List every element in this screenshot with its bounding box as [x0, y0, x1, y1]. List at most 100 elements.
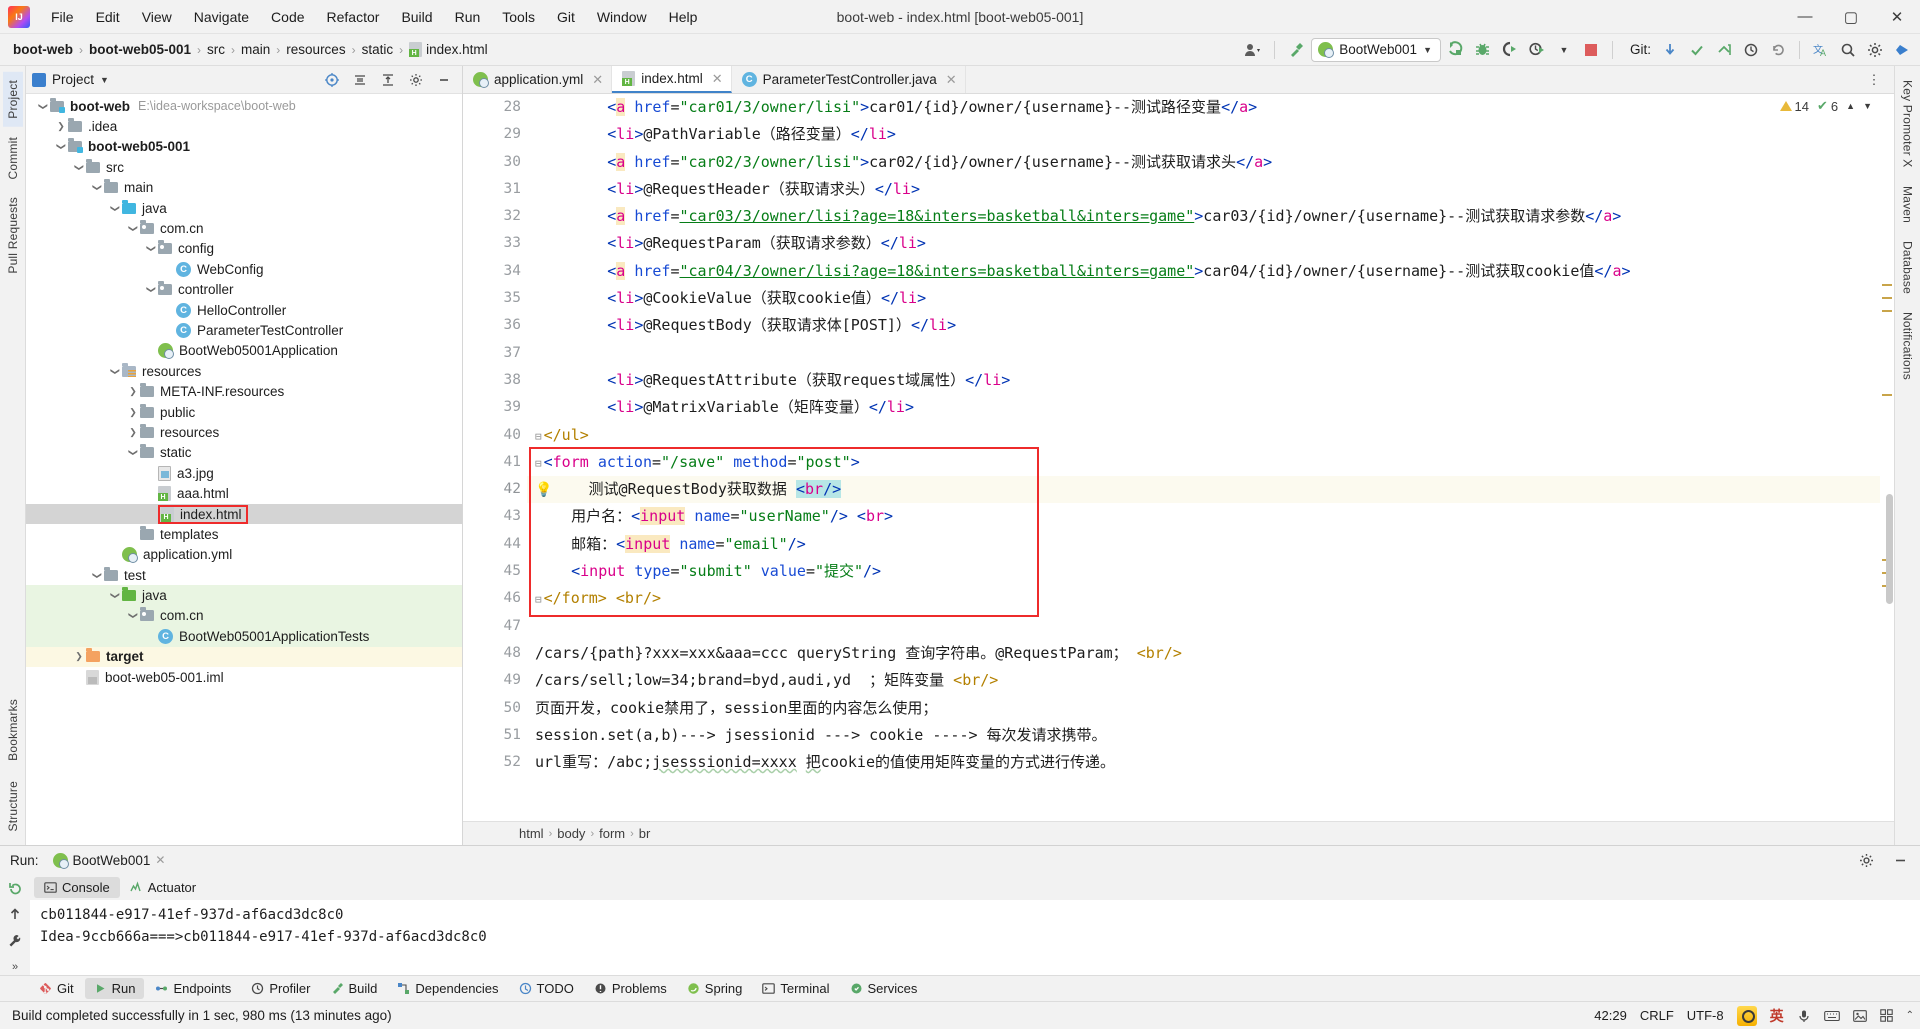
chevron-down-icon[interactable]: ❯: [110, 201, 121, 215]
tab-console[interactable]: Console: [34, 876, 120, 898]
profiler-icon[interactable]: [1525, 38, 1549, 62]
tree-node-idea[interactable]: ❯ .idea: [26, 116, 462, 136]
chevron-down-icon[interactable]: ❯: [128, 222, 139, 236]
tree-node-public[interactable]: ❯ public: [26, 402, 462, 422]
chevron-right-icon[interactable]: ❯: [126, 407, 140, 418]
tab-actuator[interactable]: Actuator: [120, 877, 206, 898]
tree-node-resources[interactable]: ❯ resources: [26, 361, 462, 381]
sidebar-item-maven[interactable]: Maven: [1898, 178, 1918, 231]
fold-collapse-icon[interactable]: ⊟: [535, 593, 542, 606]
tree-node-test[interactable]: ❯ test: [26, 565, 462, 585]
sogou-pinyin-icon[interactable]: [1736, 1005, 1757, 1026]
chevron-right-icon[interactable]: ❯: [72, 651, 86, 662]
close-icon[interactable]: ✕: [946, 72, 957, 88]
console-output[interactable]: cb011844-e917-41ef-937d-af6acd3dc8c0 Ide…: [30, 900, 1920, 975]
chevron-right-icon[interactable]: ❯: [126, 427, 140, 438]
chevron-down-icon[interactable]: ❯: [56, 140, 67, 154]
tree-node-index-html[interactable]: · index.html: [26, 503, 462, 525]
tree-node-resources[interactable]: ❯ resources: [26, 422, 462, 442]
sidebar-item-commit[interactable]: Commit: [3, 129, 23, 188]
menu-bar[interactable]: File Edit View Navigate Code Refactor Bu…: [40, 4, 708, 30]
chevron-down-icon[interactable]: ▼: [1552, 38, 1576, 62]
settings-gear-icon[interactable]: [1863, 38, 1887, 62]
code-line[interactable]: <li>@RequestBody（获取请求体[POST]）</li>: [527, 312, 1880, 339]
chevron-down-icon[interactable]: ❯: [92, 181, 103, 195]
tree-node-webconfig[interactable]: ·C WebConfig: [26, 259, 462, 279]
tab-parameter-test-controller[interactable]: C ParameterTestController.java ✕: [732, 66, 966, 93]
gear-icon[interactable]: [1854, 848, 1878, 872]
menu-refactor[interactable]: Refactor: [316, 4, 391, 30]
chevron-down-icon[interactable]: ❯: [146, 283, 157, 297]
tree-node-hellocontroller[interactable]: ·C HelloController: [26, 300, 462, 320]
breadcrumb-main[interactable]: main: [238, 40, 273, 59]
code-line[interactable]: <a href="car01/3/owner/lisi">car01/{id}/…: [527, 94, 1880, 121]
tree-node-controller[interactable]: ❯ controller: [26, 280, 462, 300]
minimize-icon[interactable]: [1888, 848, 1912, 872]
fold-collapse-icon[interactable]: ⊟: [535, 430, 542, 443]
tool-window-build[interactable]: Build: [322, 978, 387, 999]
run-config-tab[interactable]: BootWeb001 ✕: [49, 851, 170, 870]
tool-window-git[interactable]: Git: [30, 978, 83, 999]
tree-node-boot-web05-001-iml[interactable]: · boot-web05-001.iml: [26, 667, 462, 687]
tool-window-spring[interactable]: Spring: [678, 978, 752, 999]
chevron-down-icon[interactable]: ❯: [38, 99, 49, 113]
rerun-icon[interactable]: [3, 880, 27, 896]
code-line[interactable]: ⊟ </ul>: [527, 422, 1880, 449]
tree-node-a3-jpg[interactable]: · a3.jpg: [26, 463, 462, 483]
keyboard-icon[interactable]: [1823, 1010, 1840, 1022]
tool-window-dependencies[interactable]: Dependencies: [388, 978, 507, 999]
tree-node-com-cn[interactable]: ❯ com.cn: [26, 605, 462, 627]
tool-window-terminal[interactable]: Terminal: [753, 978, 838, 999]
editor-crumb-form[interactable]: form: [599, 826, 625, 841]
code-line[interactable]: <a href="car03/3/owner/lisi?age=18&inter…: [527, 203, 1880, 230]
debug-icon[interactable]: [1471, 38, 1495, 62]
close-icon[interactable]: ✕: [592, 72, 603, 88]
menu-help[interactable]: Help: [658, 4, 709, 30]
highlighted-file-box[interactable]: index.html: [158, 504, 248, 524]
tab-application-yml[interactable]: application.yml ✕: [463, 66, 613, 93]
code-line[interactable]: <li>@MatrixVariable（矩阵变量）</li>: [527, 394, 1880, 421]
chevron-down-icon[interactable]: ❯: [110, 364, 121, 378]
settings-gear-icon[interactable]: [404, 68, 428, 92]
tree-node-java[interactable]: ❯ java: [26, 198, 462, 218]
grid-icon[interactable]: [1879, 1009, 1893, 1022]
tab-index-html[interactable]: index.html ✕: [612, 66, 732, 93]
sidebar-item-notifications[interactable]: Notifications: [1898, 304, 1918, 388]
chevron-down-icon[interactable]: ❯: [74, 160, 85, 174]
code-line[interactable]: <li>@RequestParam（获取请求参数）</li>: [527, 230, 1880, 257]
scroll-up-icon[interactable]: [3, 906, 27, 922]
mic-icon[interactable]: [1797, 1009, 1811, 1023]
line-separator[interactable]: CRLF: [1640, 1008, 1674, 1023]
chevron-down-icon[interactable]: ▼: [1423, 45, 1432, 55]
chevron-down-icon[interactable]: ❯: [128, 609, 139, 623]
editor-code[interactable]: <a href="car01/3/owner/lisi">car01/{id}/…: [527, 94, 1880, 821]
project-tree[interactable]: ❯ boot-web E:\idea-workspace\boot-web ❯ .ide…: [26, 94, 462, 845]
code-line[interactable]: 邮箱：<input name="email"/>: [527, 531, 1880, 558]
code-line[interactable]: [527, 613, 1880, 640]
sidebar-item-pull-requests[interactable]: Pull Requests: [3, 189, 23, 282]
sidebar-item-database[interactable]: Database: [1898, 233, 1918, 302]
code-line[interactable]: <li>@PathVariable（路径变量）</li>: [527, 121, 1880, 148]
warning-count[interactable]: 14: [1779, 99, 1809, 114]
menu-code[interactable]: Code: [260, 4, 315, 30]
breadcrumb-src[interactable]: src: [204, 40, 228, 59]
tree-node-com-cn[interactable]: ❯ com.cn: [26, 218, 462, 238]
chevron-down-icon[interactable]: ❯: [146, 242, 157, 256]
git-commit-icon[interactable]: [1685, 38, 1709, 62]
code-line[interactable]: url重写：/abc;jsesssionid=xxxx 把cookie的值使用矩…: [527, 749, 1880, 776]
stop-button[interactable]: [1579, 38, 1603, 62]
intention-bulb-icon[interactable]: 💡: [535, 482, 552, 498]
tree-node-bootweb05001applicationtests[interactable]: ·C BootWeb05001ApplicationTests: [26, 626, 462, 647]
tool-window-profiler[interactable]: Profiler: [242, 978, 319, 999]
code-line[interactable]: 页面开发，cookie禁用了，session里面的内容怎么使用；: [527, 695, 1880, 722]
collapse-all-icon[interactable]: [376, 68, 400, 92]
tree-node-meta-inf-resources[interactable]: ❯ META-INF.resources: [26, 381, 462, 401]
maximize-button[interactable]: ▢: [1828, 0, 1874, 33]
tree-node-templates[interactable]: · templates: [26, 524, 462, 544]
close-button[interactable]: ✕: [1874, 0, 1920, 33]
tool-window-endpoints[interactable]: Endpoints: [146, 978, 240, 999]
git-push-icon[interactable]: [1712, 38, 1736, 62]
tree-node-config[interactable]: ❯ config: [26, 239, 462, 259]
menu-git[interactable]: Git: [546, 4, 586, 30]
chevron-up-icon[interactable]: ▲: [1846, 101, 1855, 111]
